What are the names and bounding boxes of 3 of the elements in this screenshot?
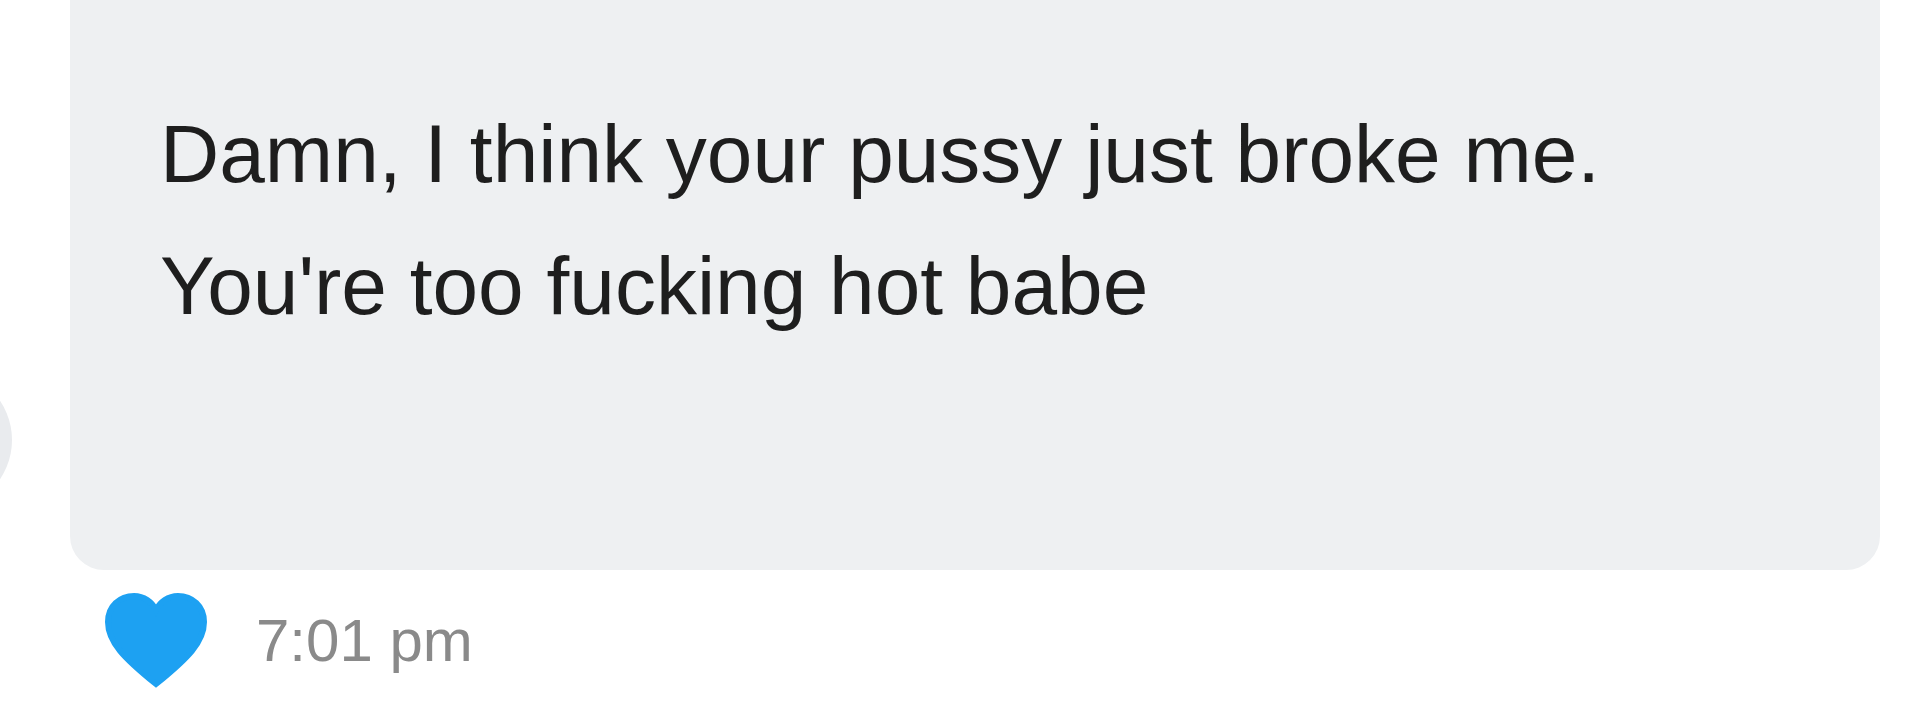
message-text: Damn, I think your pussy just broke me. You're too fucking hot babe	[160, 107, 1602, 333]
timestamp: 7:01 pm	[256, 605, 473, 675]
heart-icon[interactable]	[104, 592, 208, 688]
